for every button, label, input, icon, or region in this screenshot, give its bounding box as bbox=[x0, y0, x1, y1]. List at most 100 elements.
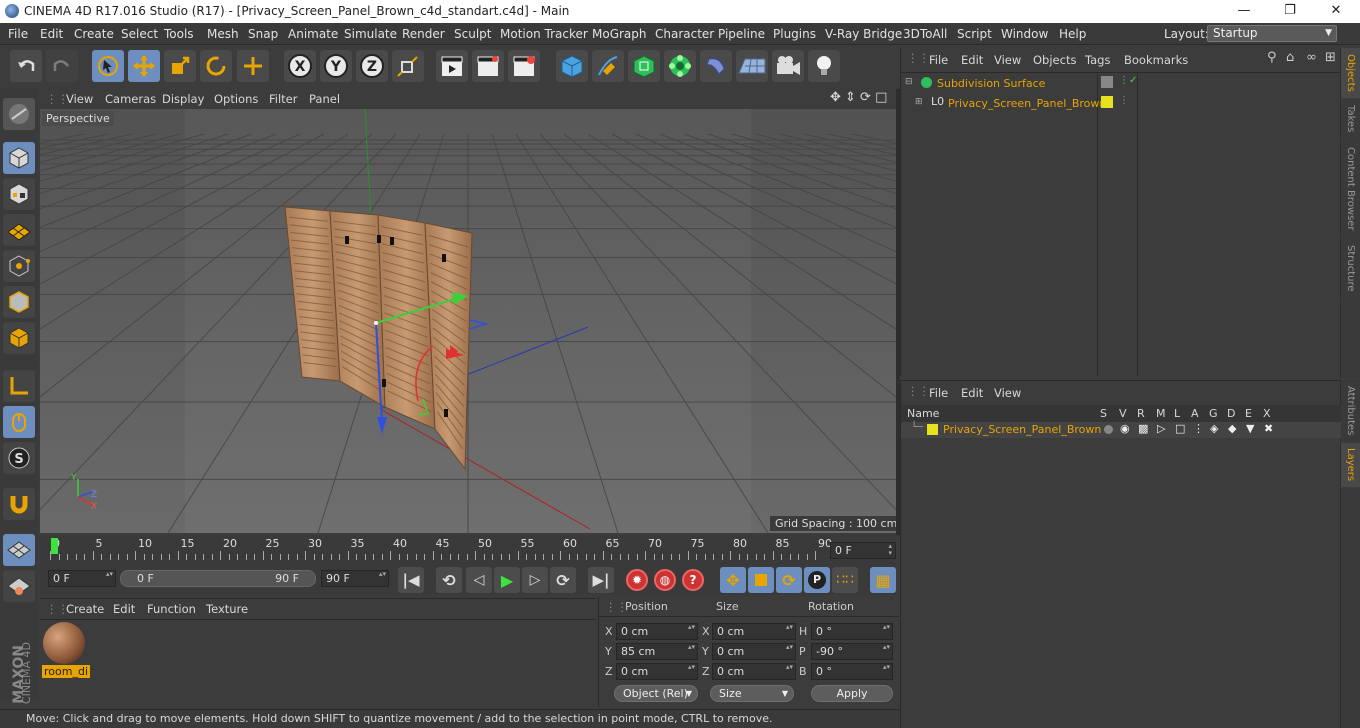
viewport-menu-cameras[interactable]: Cameras bbox=[105, 92, 156, 106]
coordinate-system-button[interactable] bbox=[392, 50, 424, 82]
material-menu-create[interactable]: Create bbox=[66, 602, 104, 616]
tab-layers[interactable]: Layers bbox=[1340, 443, 1360, 487]
render-picture-viewer-button[interactable] bbox=[472, 50, 504, 82]
rotate-tool-button[interactable] bbox=[200, 50, 232, 82]
previous-frame-button[interactable]: ◁ bbox=[466, 567, 492, 593]
menu-tools[interactable]: Tools bbox=[164, 27, 194, 41]
cloner-button[interactable] bbox=[664, 50, 696, 82]
col-generators[interactable]: G bbox=[1209, 407, 1218, 420]
size-x-field[interactable]: 0 cm bbox=[712, 623, 796, 640]
col-visible[interactable]: V bbox=[1119, 407, 1127, 420]
key-pla-button[interactable]: ∷∷ bbox=[832, 567, 858, 593]
material-swatch[interactable]: room_di bbox=[42, 621, 90, 679]
points-mode-button[interactable] bbox=[3, 250, 35, 282]
layer-row[interactable]: └─ Privacy_Screen_Panel_Brown ◉ ▩ ▷ □ ⋮ … bbox=[901, 422, 1341, 438]
col-render[interactable]: R bbox=[1137, 407, 1145, 420]
expression-icon[interactable]: ▼ bbox=[1246, 422, 1254, 435]
max-frame-field[interactable]: 90 F bbox=[321, 570, 389, 587]
timeline-end-field[interactable]: 0 F ▴ ▾ bbox=[830, 542, 896, 559]
col-manager[interactable]: M bbox=[1156, 407, 1166, 420]
objects-menu-objects[interactable]: Objects bbox=[1033, 53, 1076, 67]
rot-p-field[interactable]: -90 ° bbox=[811, 643, 893, 660]
range-slider[interactable]: 0 F 90 F bbox=[120, 570, 316, 587]
menu-edit[interactable]: Edit bbox=[40, 27, 63, 41]
col-expressions[interactable]: E bbox=[1245, 407, 1252, 420]
deformer-icon[interactable]: ◆ bbox=[1228, 422, 1236, 435]
keyframe-selection-button[interactable]: ? bbox=[680, 567, 706, 593]
objects-menu-bookmarks[interactable]: Bookmarks bbox=[1124, 53, 1188, 67]
xref-icon[interactable]: ✖ bbox=[1264, 422, 1273, 435]
layers-menu-edit[interactable]: Edit bbox=[961, 386, 983, 400]
x-axis-button[interactable]: X bbox=[284, 50, 316, 82]
apply-button[interactable]: Apply bbox=[811, 685, 893, 702]
visibility-dots-icon[interactable]: ⋮ bbox=[1119, 95, 1129, 106]
layer-color-icon[interactable] bbox=[927, 424, 938, 435]
checkmark-icon[interactable]: ⋮✓ bbox=[1119, 75, 1137, 86]
subdivision-surface-button[interactable] bbox=[628, 50, 660, 82]
col-solo[interactable]: S bbox=[1100, 407, 1107, 420]
menu-script[interactable]: Script bbox=[957, 27, 992, 41]
move-tool-button[interactable] bbox=[128, 50, 160, 82]
menu-simulate[interactable]: Simulate bbox=[344, 27, 397, 41]
menu-create[interactable]: Create bbox=[74, 27, 114, 41]
tweak-mode-button[interactable] bbox=[3, 406, 35, 438]
menu-character[interactable]: Character bbox=[655, 27, 714, 41]
tab-content-browser[interactable]: Content Browser bbox=[1340, 140, 1360, 238]
close-button[interactable]: ✕ bbox=[1313, 0, 1359, 23]
key-parameter-button[interactable]: P bbox=[804, 567, 830, 593]
col-locked[interactable]: L bbox=[1174, 407, 1180, 420]
menu-mesh[interactable]: Mesh bbox=[207, 27, 239, 41]
make-editable-button[interactable] bbox=[3, 98, 35, 130]
lock-icon[interactable]: □ bbox=[1175, 422, 1185, 435]
camera-button[interactable] bbox=[772, 50, 804, 82]
viewport-menu-view[interactable]: View bbox=[66, 92, 93, 106]
tab-attributes[interactable]: Attributes bbox=[1340, 380, 1360, 442]
layers-menu-file[interactable]: File bbox=[929, 386, 948, 400]
go-to-start-button[interactable]: |◀ bbox=[398, 567, 424, 593]
col-xref[interactable]: X bbox=[1263, 407, 1271, 420]
scale-tool-button[interactable] bbox=[164, 50, 196, 82]
snap-button[interactable]: S bbox=[3, 442, 35, 474]
material-menu-function[interactable]: Function bbox=[147, 602, 196, 616]
current-frame-field[interactable]: 0 F bbox=[48, 570, 116, 587]
playhead[interactable] bbox=[51, 538, 58, 554]
menu-render[interactable]: Render bbox=[402, 27, 445, 41]
link-icon[interactable]: ∞ bbox=[1306, 50, 1317, 65]
render-settings-button[interactable] bbox=[508, 50, 540, 82]
size-y-field[interactable]: 0 cm bbox=[712, 643, 796, 660]
size-z-field[interactable]: 0 cm bbox=[712, 663, 796, 680]
objects-menu-tags[interactable]: Tags bbox=[1085, 53, 1110, 67]
objects-menu-file[interactable]: File bbox=[929, 53, 948, 67]
previous-key-button[interactable]: ⟲ bbox=[436, 567, 462, 593]
light-button[interactable] bbox=[808, 50, 840, 82]
y-axis-button[interactable]: Y bbox=[320, 50, 352, 82]
undo-button[interactable] bbox=[10, 50, 42, 82]
menu-file[interactable]: File bbox=[8, 27, 28, 41]
key-scale-button[interactable] bbox=[748, 567, 774, 593]
generator-icon[interactable]: ◈ bbox=[1210, 422, 1218, 435]
floor-button[interactable] bbox=[736, 50, 768, 82]
col-deformers[interactable]: D bbox=[1227, 407, 1235, 420]
col-name[interactable]: Name bbox=[907, 407, 939, 420]
object-row-subdivision[interactable]: ⊟ Subdivision Surface ⋮✓ bbox=[901, 74, 1341, 93]
enable-axis-button[interactable] bbox=[3, 370, 35, 402]
material-menu-edit[interactable]: Edit bbox=[113, 602, 135, 616]
next-key-button[interactable]: ⟳ bbox=[550, 567, 576, 593]
object-row-privacy-screen[interactable]: ⊞ L0 Privacy_Screen_Panel_Brown ⋮ bbox=[901, 94, 1341, 113]
menu-snap[interactable]: Snap bbox=[248, 27, 278, 41]
menu-plugins[interactable]: Plugins bbox=[773, 27, 816, 41]
rot-h-field[interactable]: 0 ° bbox=[811, 623, 893, 640]
animation-icon[interactable]: ⋮ bbox=[1193, 422, 1204, 435]
collapse-icon[interactable]: ⊟ bbox=[905, 77, 913, 87]
layout-dropdown[interactable]: Startup ▼ bbox=[1207, 25, 1337, 42]
z-axis-button[interactable]: Z bbox=[356, 50, 388, 82]
timeline[interactable]: 051015202530354045505560657075808590 0 F… bbox=[40, 535, 896, 565]
rot-b-field[interactable]: 0 ° bbox=[811, 663, 893, 680]
autokey-button[interactable]: ◍ bbox=[652, 567, 678, 593]
tab-takes[interactable]: Takes bbox=[1340, 99, 1360, 139]
objects-menu-edit[interactable]: Edit bbox=[961, 53, 983, 67]
tab-structure[interactable]: Structure bbox=[1340, 239, 1360, 297]
viewport-menu-panel[interactable]: Panel bbox=[309, 92, 340, 106]
magnet-button[interactable] bbox=[3, 488, 35, 520]
texture-mode-button[interactable] bbox=[3, 178, 35, 210]
